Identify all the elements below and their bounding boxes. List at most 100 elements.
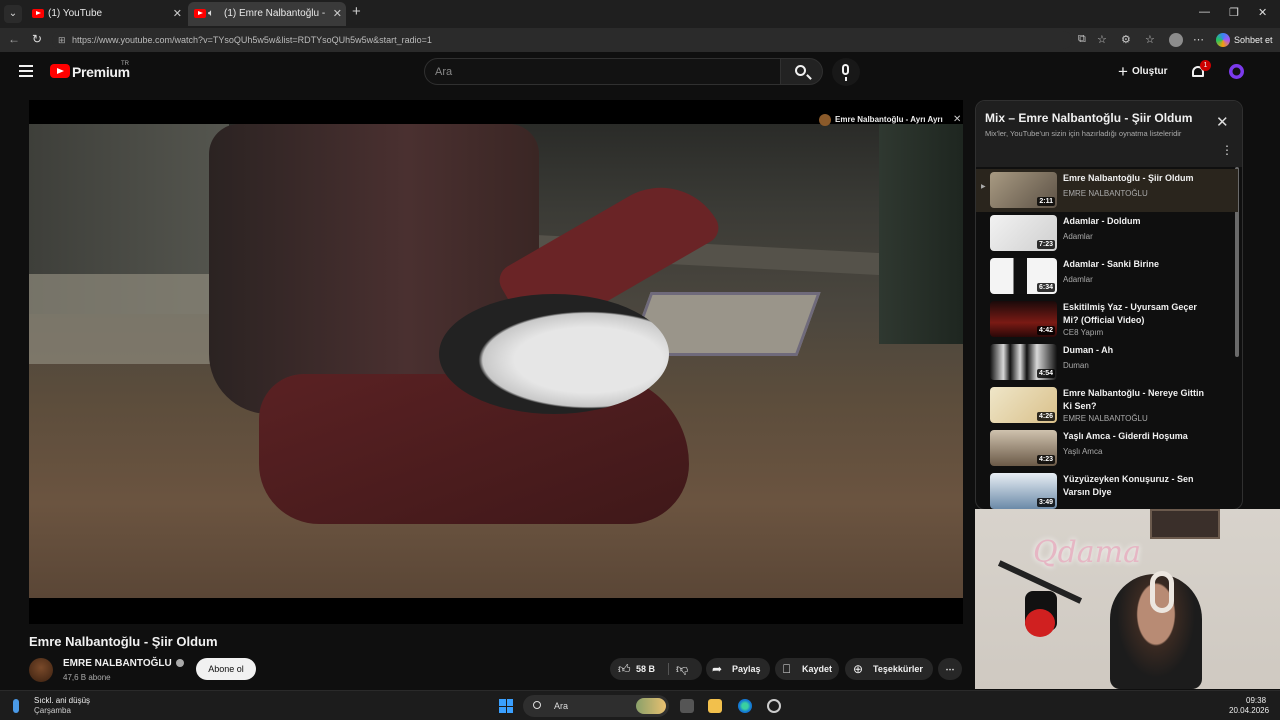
speaker-icon[interactable]: 🔈︎	[208, 2, 214, 26]
windows-start-icon[interactable]	[499, 699, 513, 713]
webcam-overlay: Qdama	[975, 509, 1280, 689]
task-view-icon[interactable]	[680, 699, 694, 713]
close-icon[interactable]: ✕	[953, 114, 961, 125]
playlist-header: Mix – Emre Nalbantoğlu - Şiir Oldum Mix'…	[976, 101, 1242, 167]
search-highlight-image	[636, 698, 666, 714]
tab-title: (1) YouTube	[48, 8, 103, 19]
close-icon[interactable]: ✕	[1216, 113, 1229, 131]
thanks-button[interactable]: ⊕ Teşekkürler	[845, 658, 933, 680]
thumbs-up-icon[interactable]: 👍︎	[618, 658, 631, 680]
tab-title: (1) Emre Nalbantoğlu - Şiir Ol	[224, 8, 328, 19]
voice-search-button[interactable]	[832, 58, 860, 86]
hamburger-menu-icon[interactable]	[19, 65, 33, 77]
notifications-button[interactable]: 1	[1191, 60, 1211, 78]
back-arrow-icon[interactable]: ←	[8, 32, 20, 46]
edge-browser-icon[interactable]	[738, 699, 752, 713]
search-icon	[795, 65, 806, 76]
more-menu-icon[interactable]: ⋯	[1193, 33, 1204, 46]
like-dislike-group: 👍︎ 58 B 👎︎	[610, 658, 702, 680]
playlist-title: Mix – Emre Nalbantoğlu - Şiir Oldum	[985, 111, 1193, 125]
plus-icon: +	[1118, 62, 1128, 81]
favorites-list-icon[interactable]: ☆	[1145, 33, 1155, 46]
thumbs-down-icon[interactable]: 👎︎	[676, 658, 688, 680]
playlist-subtitle: Mix'ler, YouTube'un sizin için hazırladı…	[985, 129, 1182, 138]
more-actions-button[interactable]: ⋯	[938, 658, 962, 680]
item-title: Yüzyüzeyken Konuşuruz - Sen Varsın Diye	[1063, 474, 1194, 497]
close-tab-icon[interactable]: ✕	[173, 2, 182, 26]
account-avatar[interactable]	[1229, 64, 1244, 79]
video-channel-badge[interactable]: Emre Nalbantoğlu - Ayrı Ayrı ✕	[819, 112, 961, 128]
thermometer-icon[interactable]	[13, 699, 19, 713]
duration-badge: 2:11	[1037, 197, 1055, 206]
search-icon	[533, 701, 541, 709]
item-channel: Duman	[1063, 361, 1089, 370]
playlist-item[interactable]: 3:49 Yüzyüzeyken Konuşuruz - Sen Varsın …	[976, 470, 1238, 509]
weather-day[interactable]: Çarşamba	[34, 706, 71, 715]
file-explorer-icon[interactable]	[708, 699, 722, 713]
clock-date[interactable]: 20.04.2026	[1229, 706, 1269, 715]
browser-profile-avatar[interactable]	[1169, 33, 1183, 47]
weather-text[interactable]: Sıckl. ani düşüş	[34, 696, 90, 705]
taskbar-search-label: Ara	[554, 701, 569, 711]
video-player[interactable]: Emre Nalbantoğlu - Ayrı Ayrı ✕	[29, 100, 963, 624]
create-button[interactable]: + Oluştur	[1116, 63, 1168, 81]
subscriber-count: 47,6 B abone	[63, 673, 111, 682]
clock-time[interactable]: 09:38	[1246, 696, 1266, 705]
url-text: https://www.youtube.com/watch?v=TYsoQUh5…	[72, 35, 432, 45]
save-label: Kaydet	[802, 664, 833, 674]
like-count[interactable]: 58 B	[636, 658, 655, 680]
video-thumbnail: 4:23	[990, 430, 1057, 466]
video-thumbnail: 6:34	[990, 258, 1057, 294]
browser-tab-youtube[interactable]: (1) YouTube ✕	[26, 2, 186, 26]
now-playing-icon: ▶	[981, 184, 986, 190]
install-app-icon[interactable]: ⧉	[1078, 33, 1086, 46]
maximize-icon[interactable]: ❐	[1229, 6, 1239, 19]
bookmark-icon: ⎕	[783, 662, 791, 676]
more-dots-icon: ⋯	[945, 664, 955, 674]
duration-badge: 4:42	[1036, 326, 1055, 335]
favorite-star-icon[interactable]: ☆	[1097, 33, 1107, 46]
playlist-item[interactable]: 4:26 Emre Nalbantoğlu - Nereye Gittin Ki…	[976, 384, 1238, 427]
copilot-chat-button[interactable]: Sohbet et	[1216, 31, 1273, 49]
playlist-item[interactable]: 7:23 Adamlar - Doldum Adamlar	[976, 212, 1238, 255]
tab-list-chevron-icon[interactable]: ⌄	[4, 5, 22, 23]
youtube-favicon-icon	[32, 9, 44, 18]
playlist-item[interactable]: 4:42 Eskitilmiş Yaz - Uyursam Geçer Mi? …	[976, 298, 1238, 341]
browser-tab-video[interactable]: 🔈︎ (1) Emre Nalbantoğlu - Şiir Ol ✕	[188, 2, 346, 26]
site-info-icon[interactable]: ⊞	[58, 31, 66, 49]
channel-avatar	[819, 114, 831, 126]
extension-icon[interactable]: ⚙	[1121, 33, 1131, 46]
playlist-item[interactable]: ▶ 2:11 Emre Nalbantoğlu - Şiir Oldum EMR…	[976, 169, 1238, 212]
save-button[interactable]: ⎕ Kaydet	[775, 658, 839, 680]
channel-name-row[interactable]: EMRE NALBANTOĞLU	[63, 658, 184, 669]
video-thumbnail: 3:49	[990, 473, 1057, 509]
item-channel: CE8 Yapım	[1063, 328, 1104, 337]
channel-name[interactable]: EMRE NALBANTOĞLU	[63, 658, 172, 669]
kebab-menu-icon[interactable]: ⋮	[1221, 143, 1233, 157]
playlist-item[interactable]: 4:54 Duman - Ah Duman	[976, 341, 1238, 384]
item-channel: EMRE NALBANTOĞLU	[1063, 189, 1148, 198]
close-tab-icon[interactable]: ✕	[333, 2, 342, 26]
windows-taskbar: Sıckl. ani düşüş Çarşamba Ara 09:38 20.0…	[0, 690, 1280, 720]
item-title: Emre Nalbantoğlu - Nereye Gittin Ki Sen?	[1063, 388, 1205, 411]
reload-icon[interactable]: ↻	[32, 32, 42, 46]
share-button[interactable]: ➦ Paylaş	[706, 658, 770, 680]
url-field[interactable]: ⊞ https://www.youtube.com/watch?v=TYsoQU…	[52, 31, 1072, 49]
create-label: Oluştur	[1132, 66, 1168, 77]
subscribe-button[interactable]: Abone ol	[196, 658, 256, 680]
minimize-icon[interactable]: —	[1199, 6, 1210, 18]
taskbar-search[interactable]: Ara	[523, 695, 669, 717]
new-tab-plus-icon[interactable]: +	[352, 3, 361, 20]
video-title: Emre Nalbantoğlu - Şiir Oldum	[29, 634, 218, 649]
youtube-logo-icon[interactable]	[50, 64, 70, 78]
close-window-icon[interactable]: ✕	[1258, 6, 1267, 19]
search-button[interactable]	[781, 58, 823, 85]
duration-badge: 7:23	[1036, 240, 1055, 249]
video-thumbnail: 7:23	[990, 215, 1057, 251]
channel-avatar[interactable]	[29, 658, 53, 682]
app-icon[interactable]	[767, 699, 781, 713]
item-title: Eskitilmiş Yaz - Uyursam Geçer Mi? (Offi…	[1063, 302, 1197, 325]
playlist-item[interactable]: 4:23 Yaşlı Amca - Giderdi Hoşuma Yaşlı A…	[976, 427, 1238, 470]
playlist-item[interactable]: 6:34 Adamlar - Sanki Birine Adamlar	[976, 255, 1238, 298]
search-input[interactable]	[435, 64, 765, 80]
